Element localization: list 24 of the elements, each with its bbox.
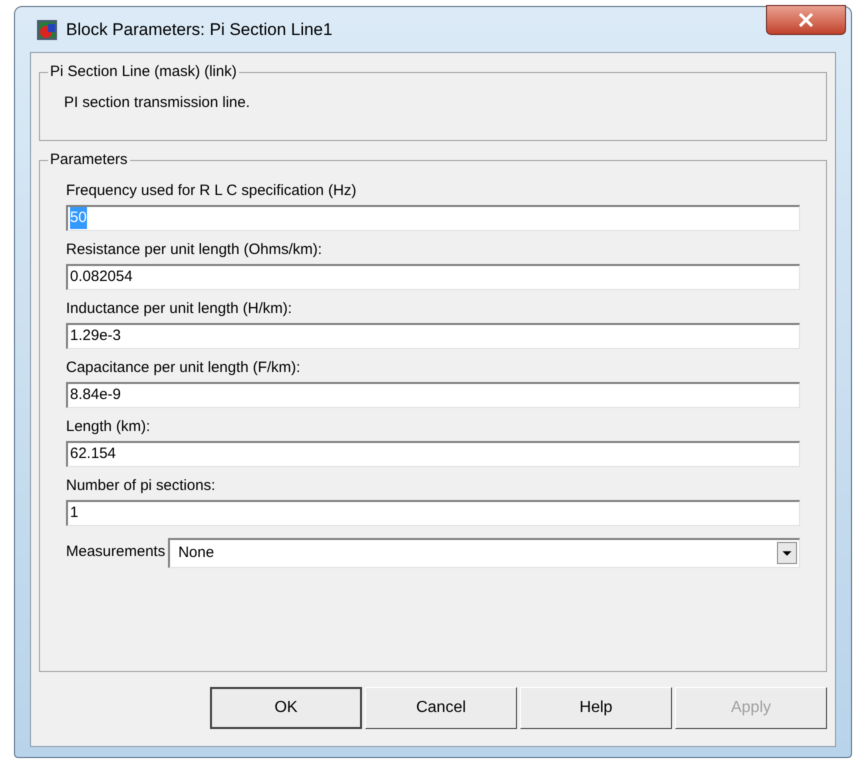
field-label: Inductance per unit length (H/km):	[66, 300, 293, 318]
description-text: PI section transmission line.	[64, 92, 251, 112]
input-field[interactable]: 62.154	[66, 440, 800, 466]
input-field[interactable]: 0.082054	[66, 264, 800, 290]
close-button[interactable]	[766, 5, 846, 35]
dropdown[interactable]: None	[168, 538, 800, 568]
group-title: Pi Section Line (mask) (link)	[49, 62, 238, 82]
dialog-button[interactable]: Cancel	[365, 687, 517, 729]
field-label: Length (km):	[66, 418, 152, 436]
input-field[interactable]: 1	[66, 500, 800, 526]
close-icon	[798, 13, 814, 27]
input-field[interactable]: 1.29e-3	[66, 322, 800, 348]
app-icon	[36, 18, 58, 40]
field-label: Frequency used for R L C specification (Hz)	[66, 182, 358, 200]
field-label: Resistance per unit length (Ohms/km):	[66, 240, 323, 258]
window-title: Block Parameters: Pi Section Line1	[66, 18, 332, 41]
dialog-button[interactable]: Help	[520, 687, 672, 729]
field-label: Number of pi sections:	[66, 476, 216, 494]
field-label: Measurements	[66, 542, 166, 562]
caret-icon	[777, 542, 797, 564]
field-label: Capacitance per unit length (F/km):	[66, 358, 302, 376]
group-title: Parameters	[49, 150, 129, 170]
dialog-button[interactable]: OK	[210, 687, 362, 729]
input-field[interactable]: 8.84e-9	[66, 382, 800, 408]
